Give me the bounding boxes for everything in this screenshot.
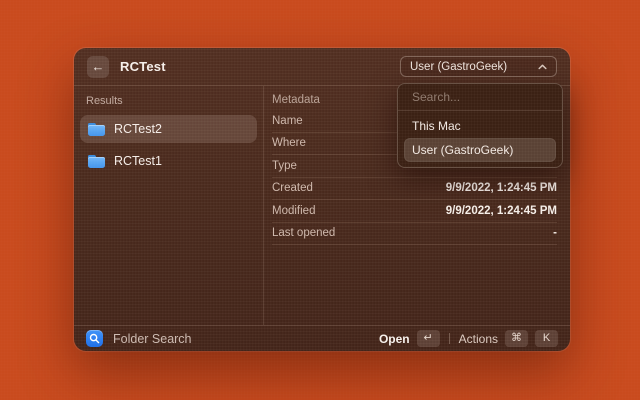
search-icon	[86, 330, 103, 347]
return-key-badge: ↵	[417, 330, 440, 347]
footer-bar: Folder Search Open ↵ Actions ⌘ K	[74, 325, 570, 351]
footer-actions: Open ↵ Actions ⌘ K	[379, 330, 558, 347]
result-item-rctest1[interactable]: RCTest1	[80, 147, 257, 175]
footer-divider	[449, 333, 450, 344]
actions-button[interactable]: Actions	[459, 332, 498, 346]
dropdown-option-user-gastrogeek[interactable]: User (GastroGeek)	[404, 138, 556, 162]
results-panel: Results RCTest2 RCTest1	[74, 86, 264, 325]
page-title: RCTest	[120, 59, 166, 74]
magnifier-glyph	[89, 333, 100, 344]
result-item-label: RCTest1	[114, 154, 162, 168]
result-item-label: RCTest2	[114, 122, 162, 136]
open-button[interactable]: Open	[379, 332, 410, 346]
dropdown-search-row	[398, 84, 562, 111]
results-header: Results	[86, 95, 251, 107]
metadata-row-modified: Modified 9/9/2022, 1:24:45 PM	[272, 200, 557, 223]
folder-icon	[88, 155, 105, 168]
scope-selector-button[interactable]: User (GastroGeek)	[400, 56, 557, 77]
dropdown-search-input[interactable]	[410, 89, 550, 105]
title-bar: ← RCTest User (GastroGeek)	[74, 48, 570, 86]
back-arrow-icon: ←	[92, 60, 105, 73]
metadata-row-last-opened: Last opened -	[272, 223, 557, 246]
dropdown-option-this-mac[interactable]: This Mac	[404, 114, 556, 138]
k-key-badge: K	[535, 330, 558, 347]
command-name-label: Folder Search	[113, 332, 192, 346]
folder-icon	[88, 123, 105, 136]
command-key-badge: ⌘	[505, 330, 528, 347]
metadata-row-created: Created 9/9/2022, 1:24:45 PM	[272, 178, 557, 201]
dropdown-option-list: This Mac User (GastroGeek)	[398, 111, 562, 165]
search-window: ← RCTest User (GastroGeek) Results RCTes…	[74, 48, 570, 351]
scope-selector-value: User (GastroGeek)	[410, 61, 507, 73]
chevron-up-icon	[538, 64, 547, 70]
scope-dropdown-menu: This Mac User (GastroGeek)	[397, 83, 563, 168]
result-item-rctest2[interactable]: RCTest2	[80, 115, 257, 143]
back-button[interactable]: ←	[87, 56, 109, 78]
